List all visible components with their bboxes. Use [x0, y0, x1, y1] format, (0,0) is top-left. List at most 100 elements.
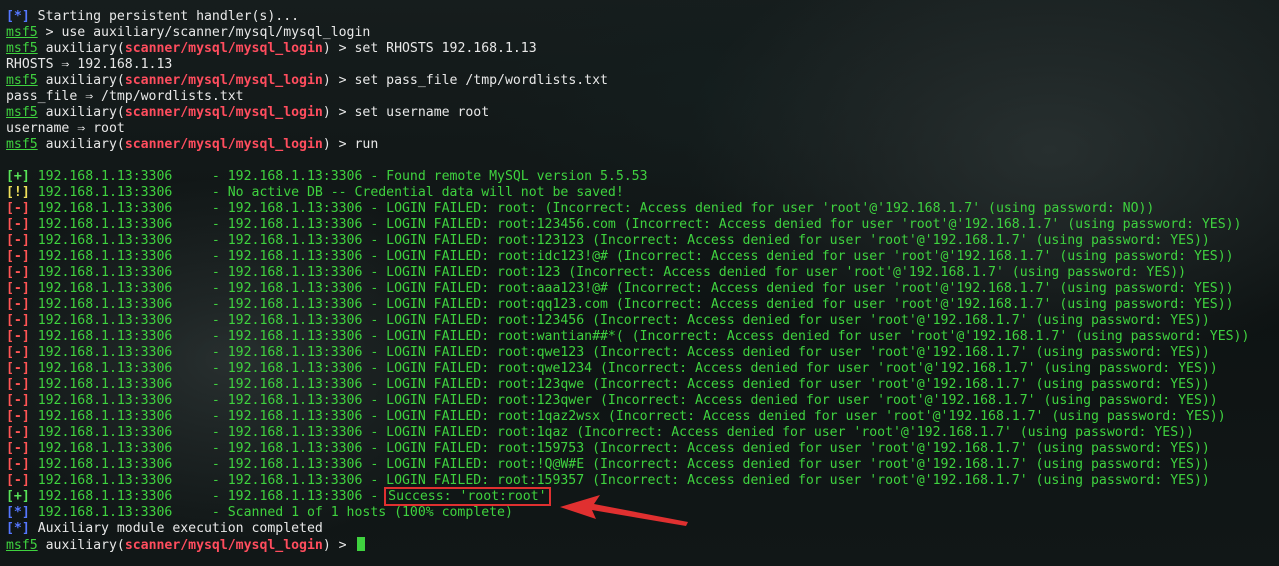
separator: -: [172, 185, 228, 200]
status-tag: [-]: [6, 393, 30, 408]
host-address: 192.168.1.13:3306: [37, 489, 173, 504]
host-address: 192.168.1.13:3306: [37, 457, 173, 472]
command-text: set RHOSTS 192.168.1.13: [354, 41, 537, 56]
status-message: 192.168.1.13:3306 - LOGIN FAILED: root:1…: [227, 377, 1210, 392]
arrow-pointer-icon: [560, 495, 688, 526]
command-text: set pass_file /tmp/wordlists.txt: [354, 73, 608, 88]
status-message: 192.168.1.13:3306 - LOGIN FAILED: root:1…: [227, 441, 1210, 456]
separator: -: [172, 249, 228, 264]
status-message: 192.168.1.13:3306 - LOGIN FAILED: root:q…: [227, 345, 1210, 360]
block-cursor[interactable]: [356, 537, 365, 551]
module-name: scanner/mysql/mysql_login: [124, 73, 323, 88]
status-message: 192.168.1.13:3306 - LOGIN FAILED: root:1…: [227, 409, 1226, 424]
prompt-label: msf5: [6, 137, 38, 152]
host-address: 192.168.1.13:3306: [37, 409, 173, 424]
prompt-suffix: >: [330, 105, 355, 120]
status-tag: [*]: [6, 9, 30, 24]
separator: -: [172, 393, 228, 408]
result-line: [-] 192.168.1.13:3306 - 192.168.1.13:330…: [6, 281, 1274, 297]
prompt-label: msf5: [6, 41, 38, 56]
status-tag: [*]: [6, 521, 30, 536]
separator: -: [172, 217, 228, 232]
command-output: RHOSTS ⇒ 192.168.1.13: [6, 57, 1274, 73]
result-line: [-] 192.168.1.13:3306 - 192.168.1.13:330…: [6, 345, 1274, 361]
command-output: pass_file ⇒ /tmp/wordlists.txt: [6, 89, 1274, 105]
prompt-context: ): [322, 41, 331, 56]
success-highlight: Success: 'root:root': [384, 487, 551, 506]
prompt-context: auxiliary(: [37, 105, 125, 120]
prompt-context: ): [322, 137, 331, 152]
result-line: [-] 192.168.1.13:3306 - 192.168.1.13:330…: [6, 249, 1274, 265]
result-line: [-] 192.168.1.13:3306 - 192.168.1.13:330…: [6, 265, 1274, 281]
status-tag: [-]: [6, 297, 30, 312]
host-address: 192.168.1.13:3306: [37, 377, 173, 392]
host-address: 192.168.1.13:3306: [37, 473, 173, 488]
status-tag: [!]: [6, 185, 30, 200]
prompt-suffix: >: [330, 538, 355, 553]
separator: -: [172, 201, 228, 216]
separator: -: [172, 457, 228, 472]
result-line: [-] 192.168.1.13:3306 - 192.168.1.13:330…: [6, 201, 1274, 217]
prompt-line: msf5 auxiliary(scanner/mysql/mysql_login…: [6, 73, 1274, 89]
prompt-suffix: >: [37, 25, 62, 40]
host-address: 192.168.1.13:3306: [37, 249, 173, 264]
host-address: 192.168.1.13:3306: [37, 441, 173, 456]
host-address: 192.168.1.13:3306: [37, 345, 173, 360]
prompt-label: msf5: [6, 538, 38, 553]
status-message: 192.168.1.13:3306 - LOGIN FAILED: root:w…: [227, 329, 1250, 344]
status-tag: [-]: [6, 457, 30, 472]
prompt-context: ): [322, 73, 331, 88]
prompt-line: msf5 auxiliary(scanner/mysql/mysql_login…: [6, 137, 1274, 153]
command-text: set username root: [354, 105, 490, 120]
terminal-output: [*] Starting persistent handler(s)... msf…: [6, 9, 1274, 553]
status-message: 192.168.1.13:3306 -: [227, 489, 387, 504]
status-message: 192.168.1.13:3306 - LOGIN FAILED: root:q…: [227, 361, 1218, 376]
status-line: [*] Starting persistent handler(s)...: [6, 9, 1274, 25]
status-tag: [-]: [6, 409, 30, 424]
result-line: [-] 192.168.1.13:3306 - 192.168.1.13:330…: [6, 233, 1274, 249]
status-tag: [+]: [6, 169, 30, 184]
prompt-suffix: >: [330, 41, 355, 56]
prompt-context: ): [322, 105, 331, 120]
host-address: 192.168.1.13:3306: [37, 281, 173, 296]
separator: -: [172, 361, 228, 376]
host-address: 192.168.1.13:3306: [37, 201, 173, 216]
status-tag: [-]: [6, 361, 30, 376]
status-tag: [-]: [6, 377, 30, 392]
status-tag: [-]: [6, 249, 30, 264]
separator: -: [172, 473, 228, 488]
host-address: 192.168.1.13:3306: [37, 329, 173, 344]
prompt-label: msf5: [6, 105, 38, 120]
status-message: 192.168.1.13:3306 - LOGIN FAILED: root:1…: [227, 473, 1210, 488]
status-tag: [-]: [6, 473, 30, 488]
module-name: scanner/mysql/mysql_login: [124, 41, 323, 56]
output-text: pass_file ⇒ /tmp/wordlists.txt: [6, 89, 244, 104]
host-address: 192.168.1.13:3306: [37, 425, 173, 440]
status-tag: [-]: [6, 441, 30, 456]
status-tag: [*]: [6, 505, 30, 520]
separator: -: [172, 505, 228, 520]
status-message: 192.168.1.13:3306 - LOGIN FAILED: root:q…: [227, 297, 1234, 312]
prompt-context: auxiliary(: [37, 538, 125, 553]
status-tag: [-]: [6, 233, 30, 248]
separator: -: [172, 297, 228, 312]
host-address: 192.168.1.13:3306: [37, 313, 173, 328]
status-message: Starting persistent handler(s)...: [29, 9, 300, 24]
